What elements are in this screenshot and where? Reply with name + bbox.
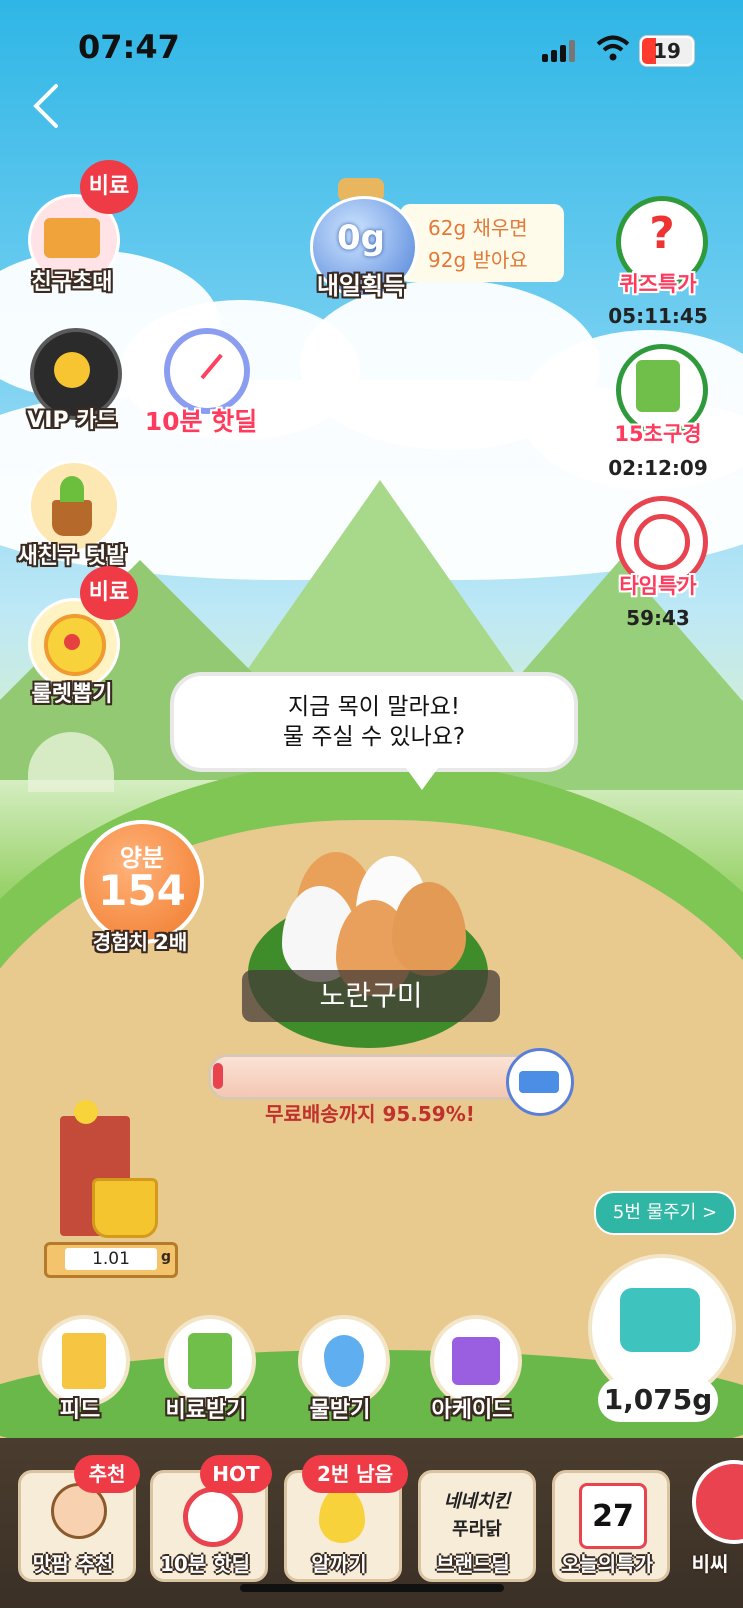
tomorrow-tip-line2: 92g 받아요: [428, 248, 528, 272]
fertilizer-badge: 비료: [80, 566, 138, 620]
tomorrow-tip-line1: 62g 채우면: [428, 216, 528, 240]
time-deal-button[interactable]: 타임특가 59:43: [608, 496, 718, 630]
quiz-deal-button[interactable]: ? 퀴즈특가 05:11:45: [608, 196, 718, 328]
fertilizer-bag-icon: [188, 1333, 232, 1389]
watering-can-icon: [620, 1288, 700, 1352]
roulette-label: 룰렛뽑기: [31, 682, 113, 707]
time-deal-label: 타임특가: [619, 574, 697, 598]
arcade-label: 아케이드: [431, 1398, 513, 1423]
vip-card-button[interactable]: VIP 카드: [22, 326, 122, 436]
delivery-progress-text: 무료배송까지 95.59%!: [265, 1102, 475, 1126]
brand-logo-2: 푸라닭: [452, 1519, 502, 1540]
quiz-deal-timer: 05:11:45: [608, 304, 708, 328]
arcade-icon: [452, 1337, 500, 1385]
star-coin: [54, 352, 90, 388]
dock-egg-hatch-label: 알까기: [311, 1552, 367, 1576]
water-tank-unit: g: [161, 1249, 172, 1265]
question-mark: ?: [649, 208, 675, 259]
water-drop-icon: [324, 1335, 364, 1387]
battery-indicator: 19: [640, 36, 694, 66]
status-time: 07:47: [78, 28, 180, 66]
progress-marker: [213, 1063, 223, 1089]
tomorrow-gain-button[interactable]: 0g 내일획득: [306, 178, 418, 308]
dock-today-deal-label: 오늘의특가: [561, 1552, 653, 1576]
truck-body: [519, 1071, 559, 1093]
calendar-date: 27: [592, 1499, 634, 1534]
speech-line2: 물 주실 수 있나요?: [282, 724, 466, 750]
brand-logo-1: 네네치킨: [443, 1491, 511, 1512]
alarm-clock-icon: [183, 1487, 243, 1547]
hot-deal-label: 10분 핫딜: [144, 407, 258, 436]
speech-line1: 지금 목이 말라요!: [288, 694, 460, 720]
battery-level: 19: [653, 39, 681, 63]
bag-shape: [636, 360, 680, 412]
nutrient-value: 154: [98, 866, 186, 915]
invite-friend-label: 친구초대: [31, 270, 113, 295]
tomorrow-label: 내일획득: [316, 272, 406, 300]
back-button[interactable]: [28, 82, 68, 130]
nutrient-sub: 경험치 2배: [92, 930, 188, 954]
view-15sec-timer: 02:12:09: [608, 456, 708, 480]
progress-fill: [211, 1057, 517, 1097]
hot-deal-10min-button[interactable]: 10분 핫딜: [140, 322, 260, 442]
water-tank-gauge: 1.01 g: [44, 1242, 178, 1278]
water-bucket-icon[interactable]: [92, 1178, 158, 1238]
feed-label: 피드: [59, 1398, 101, 1423]
get-water-label: 물받기: [309, 1398, 371, 1423]
roulette-center: [64, 634, 80, 650]
tomorrow-amount: 0g: [337, 218, 385, 258]
get-fertilizer-label: 비료받기: [165, 1398, 247, 1423]
water-5-times-button[interactable]: 5번 물주기 >: [594, 1191, 736, 1235]
delivery-progress-bar: [208, 1054, 534, 1100]
chick-icon: [74, 1100, 98, 1124]
plant-name: 노란구미: [242, 970, 500, 1022]
feed-icon: [62, 1333, 106, 1389]
speech-bubble: 지금 목이 말라요! 물 주실 수 있나요?: [170, 672, 578, 772]
dock-hot-deal-label: 10분 핫딜: [160, 1552, 250, 1576]
dock-bc-label: 비씨: [691, 1552, 729, 1576]
dock-brand-deal-label: 브랜드딜: [436, 1552, 510, 1576]
farm-game-screen: 07:47 19 친구초대 비료 VIP 카드 10분 핫딜 새친구 텃밭 룰렛…: [0, 0, 743, 1608]
chest-shape: [44, 218, 100, 258]
view-15sec-button[interactable]: 15초구경 02:12:09: [608, 344, 718, 480]
golden-egg-icon: [319, 1487, 365, 1543]
clock-face: [634, 514, 690, 570]
chevron-left-icon: [33, 84, 58, 128]
remaining-badge: 2번 남음: [302, 1455, 408, 1493]
wifi-icon: [596, 34, 630, 62]
new-friend-garden-label: 새친구 텃밭: [17, 544, 127, 569]
recommend-badge: 추천: [74, 1455, 140, 1493]
sprout-shape: [60, 476, 84, 502]
fertilizer-badge: 비료: [80, 160, 138, 214]
speech-bubble-tail: [406, 768, 438, 790]
time-deal-timer: 59:43: [626, 606, 690, 630]
water-amount: 1,075g: [598, 1378, 718, 1422]
vip-card-label: VIP 카드: [27, 408, 117, 433]
quiz-deal-label: 퀴즈특가: [619, 272, 697, 296]
new-friend-garden-button[interactable]: 새친구 텃밭: [18, 456, 126, 569]
dock-farm-recommend-label: 맛팜 추천: [32, 1552, 114, 1576]
pot-shape: [52, 500, 92, 536]
hot-badge: HOT: [200, 1455, 272, 1493]
home-indicator: [240, 1584, 504, 1592]
view-15sec-label: 15초구경: [614, 422, 702, 446]
water-tank-value: 1.01: [65, 1248, 157, 1270]
